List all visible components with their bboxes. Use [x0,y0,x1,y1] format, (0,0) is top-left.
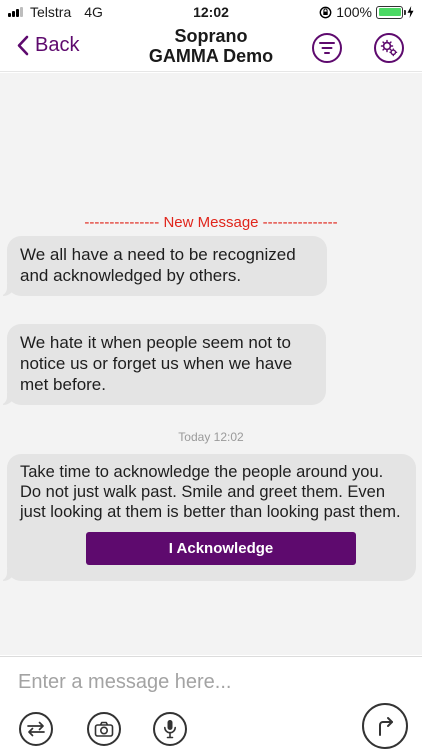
message-bubble: Take time to acknowledge the people arou… [0,454,416,581]
back-button[interactable]: Back [16,34,79,57]
battery-percent: 100% [336,4,372,20]
message-text: We hate it when people seem not to notic… [20,333,293,394]
chevron-left-icon [17,35,29,56]
message-timestamp: Today 12:02 [178,430,244,444]
filter-button[interactable] [312,33,342,63]
conversation-title: Soprano GAMMA Demo [110,26,312,66]
chat-area[interactable]: --------------- New Message ------------… [0,73,422,655]
swap-button[interactable] [19,712,53,746]
status-bar: Telstra 4G 12:02 100% [0,0,422,24]
message-bubble: We all have a need to be recognized and … [0,236,327,296]
charging-icon [407,6,414,18]
background-watermark [70,143,290,203]
settings-icon [380,39,398,57]
filter-icon [319,42,335,54]
new-message-divider: --------------- New Message ------------… [84,214,338,231]
acknowledge-button[interactable]: I Acknowledge [86,532,356,565]
battery-icon [376,5,406,19]
nav-bar: Back Soprano GAMMA Demo [0,26,422,72]
send-icon [379,717,393,736]
battery-level [378,8,401,16]
microphone-button[interactable] [153,712,187,746]
swap-icon [27,721,45,737]
title-line-2: GAMMA Demo [148,46,274,66]
title-line-1: Soprano [174,26,248,46]
microphone-icon [164,720,176,739]
status-right: 100% [319,4,414,20]
message-text: Take time to acknowledge the people arou… [20,463,401,521]
message-input[interactable] [18,667,398,697]
camera-icon [94,721,114,737]
message-text: We all have a need to be recognized and … [20,245,296,285]
composer [0,656,422,750]
send-button[interactable] [362,703,408,749]
settings-button[interactable] [374,33,404,63]
message-bubble: We hate it when people seem not to notic… [0,324,326,405]
back-label: Back [35,34,80,56]
orientation-lock-icon [319,6,332,18]
camera-button[interactable] [87,712,121,746]
